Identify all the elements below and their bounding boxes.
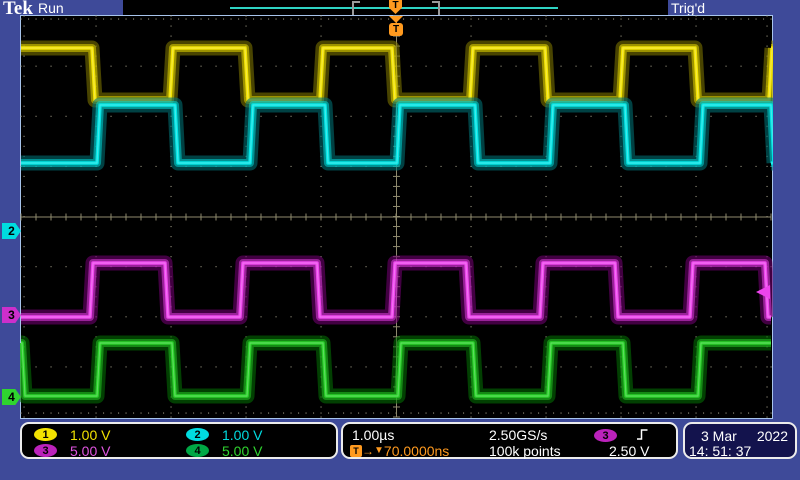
ch2-scale-readout: 2 1.00 V — [186, 427, 262, 442]
delay-arrow-icon: → — [362, 444, 374, 458]
ch3-badge: 3 — [34, 444, 57, 457]
ch2-badge: 2 — [186, 428, 209, 441]
trigger-level-readout: 2.50 V — [609, 443, 649, 458]
waveform-display — [20, 15, 773, 419]
ch1-badge: 1 — [34, 428, 57, 441]
record-length-readout: 100k points — [489, 443, 561, 458]
delay-t-icon: T — [350, 445, 362, 457]
sample-rate-readout: 2.50GS/s — [489, 427, 547, 442]
ch2-scale-value: 1.00 V — [222, 427, 262, 443]
date-value: 3 Mar — [701, 428, 737, 444]
time-value: 14: 51: 37 — [689, 443, 751, 459]
horizontal-trigger-readout-box: 1.00µs 2.50GS/s 3 T → ▼ 70.0000ns 100k p… — [341, 422, 678, 459]
trigger-source-badge: 3 — [594, 428, 617, 443]
trigger-delay-readout: T → ▼ 70.0000ns — [350, 443, 449, 458]
ground-marker-ch3: 3 — [2, 307, 21, 323]
oscilloscope-screen: { "header": { "logo": "Tek", "acquisitio… — [0, 0, 800, 480]
ch3-scale-value: 5.00 V — [70, 443, 110, 459]
date-row: 3 Mar 2022 — [685, 428, 795, 444]
acquisition-status: Run — [38, 0, 64, 16]
time-row: 14: 51: 37 — [685, 443, 795, 459]
ch1-scale-value: 1.00 V — [70, 427, 110, 443]
trigger-status: Trig'd — [671, 0, 705, 16]
ch4-scale-readout: 4 5.00 V — [186, 443, 262, 458]
delay-marker-icon: ▼ — [374, 445, 384, 456]
year-value: 2022 — [757, 428, 788, 444]
ground-marker-ch4: 4 — [2, 389, 21, 405]
channel-readout-box: 1 1.00 V 2 1.00 V 3 5.00 V 4 5.00 V — [20, 422, 338, 459]
trigger-slope-icon — [636, 427, 649, 442]
ch1-scale-readout: 1 1.00 V — [34, 427, 110, 442]
record-view-bar: T — [123, 0, 668, 15]
timebase-readout: 1.00µs — [352, 427, 394, 442]
trigger-position-arrow-icon — [389, 16, 403, 23]
datetime-box: 3 Mar 2022 14: 51: 37 — [683, 422, 797, 459]
trigger-position-flag: T — [389, 16, 403, 36]
ch4-badge: 4 — [186, 444, 209, 457]
ch4-scale-value: 5.00 V — [222, 443, 262, 459]
record-view-trigger-icon: T — [389, 0, 402, 14]
trigger-t-icon: T — [389, 23, 403, 36]
ground-marker-ch2: 2 — [2, 223, 21, 239]
ch3-scale-readout: 3 5.00 V — [34, 443, 110, 458]
